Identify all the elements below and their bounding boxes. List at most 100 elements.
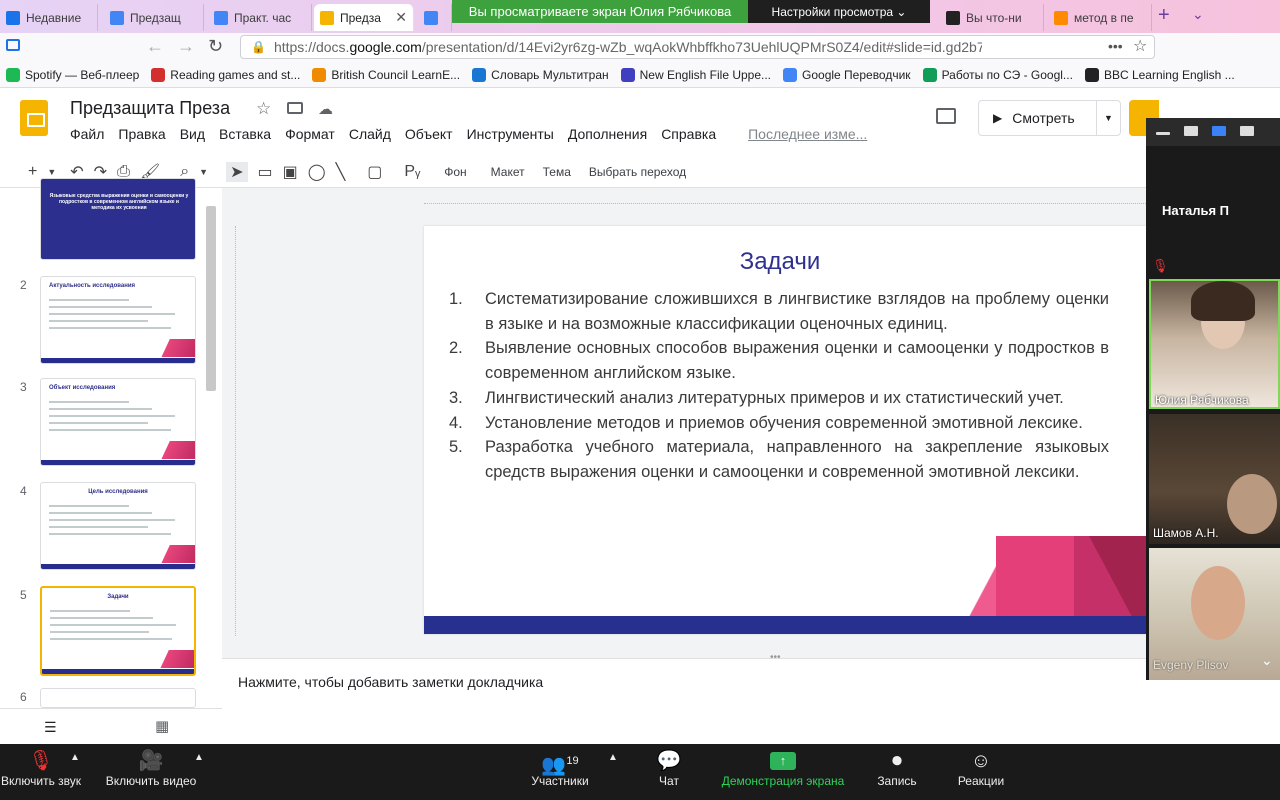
- share-screen-button[interactable]: ↑ Демонстрация экрана: [714, 748, 852, 788]
- thumbnail-title: Цель исследования: [88, 489, 148, 495]
- participants-count: 19: [566, 755, 579, 767]
- browser-tab[interactable]: Предза ✕: [314, 4, 414, 31]
- participant-video[interactable]: Шамов А.Н.: [1149, 414, 1280, 544]
- menu-item[interactable]: Формат: [285, 126, 335, 142]
- browser-tab[interactable]: метод в пе: [1048, 4, 1152, 31]
- speaker-notes-placeholder[interactable]: Нажмите, чтобы добавить заметки докладчи…: [238, 674, 543, 690]
- task-item: 4. Установление методов и приемов обучени…: [449, 411, 1109, 436]
- browser-tab[interactable]: Предзащ: [104, 4, 204, 31]
- reactions-button[interactable]: ☺ Реакции: [950, 748, 1012, 788]
- tab-list-icon[interactable]: ⌄: [1192, 6, 1204, 23]
- bookmark-item[interactable]: Spotify — Веб-плеер: [6, 67, 139, 82]
- browser-tab[interactable]: Недавние: [0, 4, 98, 31]
- menu-item[interactable]: Слайд: [349, 126, 391, 142]
- back-icon[interactable]: ←: [146, 36, 164, 57]
- forward-icon[interactable]: →: [177, 36, 195, 57]
- bookmark-item[interactable]: Reading games and st...: [151, 67, 300, 82]
- comment-add-icon[interactable]: ▢: [367, 162, 382, 182]
- view-settings-button[interactable]: Настройки просмотра ⌄: [748, 0, 930, 23]
- browser-tab[interactable]: Вы что-ни: [940, 4, 1044, 31]
- transition-button[interactable]: Выбрать переход: [589, 165, 686, 179]
- star-icon[interactable]: ☆: [256, 99, 271, 119]
- record-label: Запись: [877, 774, 917, 788]
- select-icon[interactable]: ➤: [226, 161, 248, 182]
- bookmark-item[interactable]: New English File Uppe...: [620, 67, 771, 82]
- slide-thumbnail[interactable]: Актуальность исследования: [40, 276, 196, 364]
- slides-logo-icon[interactable]: [20, 100, 48, 136]
- current-slide[interactable]: Задачи 1. Систематизирование сложившихся …: [424, 226, 1146, 634]
- participant-video[interactable]: Юлия Рябчикова: [1149, 279, 1280, 409]
- move-folder-icon[interactable]: [287, 102, 303, 114]
- browser-tab[interactable]: [418, 4, 452, 31]
- close-tab-icon[interactable]: ✕: [395, 9, 407, 26]
- new-slide-icon[interactable]: +: [28, 163, 37, 181]
- layout-button[interactable]: Макет: [491, 165, 525, 179]
- slide-title[interactable]: Задачи: [424, 248, 1136, 276]
- new-tab-icon[interactable]: +: [1158, 4, 1170, 27]
- line-icon[interactable]: ╲: [336, 162, 346, 182]
- strip-view-icon[interactable]: [1184, 126, 1198, 136]
- slide-thumbnail[interactable]: Цель исследования: [40, 482, 196, 570]
- format-options-icon[interactable]: Pᵧ: [404, 163, 420, 181]
- text-box-icon[interactable]: ▭: [258, 162, 273, 182]
- record-button[interactable]: ⏺ Запись: [868, 748, 926, 788]
- chevron-down-icon[interactable]: ⌄: [1261, 652, 1273, 669]
- task-list[interactable]: 1. Систематизирование сложившихся в лингв…: [449, 287, 1109, 485]
- menu-item[interactable]: Правка: [118, 126, 165, 142]
- bookmark-star-icon[interactable]: ☆: [1133, 36, 1147, 56]
- page-actions-icon[interactable]: •••: [1108, 38, 1123, 54]
- bookmark-item[interactable]: Словарь Мультитран: [472, 67, 609, 82]
- audio-options-icon[interactable]: ▲: [70, 752, 80, 763]
- last-edit-link[interactable]: Последнее изме...: [748, 126, 867, 142]
- slide-number: 3: [20, 380, 27, 394]
- video-options-icon[interactable]: ▲: [194, 752, 204, 763]
- grid-view-icon[interactable]: ▦: [155, 717, 169, 735]
- participants-button[interactable]: 👥19 Участники: [526, 748, 594, 788]
- image-icon[interactable]: ▣: [283, 162, 298, 182]
- participant-name: Шамов А.Н.: [1153, 526, 1219, 540]
- menu-item[interactable]: Справка: [661, 126, 716, 142]
- speaker-notes[interactable]: [222, 658, 1146, 744]
- browser-tab[interactable]: Практ. час: [208, 4, 312, 31]
- bookmark-item[interactable]: British Council LearnE...: [312, 67, 460, 82]
- document-title[interactable]: Предзащита Преза: [70, 98, 230, 119]
- new-slide-dropdown-icon[interactable]: ▼: [47, 167, 56, 177]
- sidebar-toggle-icon[interactable]: [6, 39, 20, 51]
- slide-thumbnail[interactable]: Задачи: [40, 586, 196, 676]
- menu-item[interactable]: Объект: [405, 126, 453, 142]
- tab-label: Недавние: [26, 10, 82, 25]
- menu-item[interactable]: Инструменты: [467, 126, 554, 142]
- bookmark-item[interactable]: Работы по СЭ - Googl...: [922, 67, 1073, 82]
- participant-video[interactable]: Evgeny Plisov ⌄: [1149, 548, 1280, 680]
- chat-button[interactable]: 💬 Чат: [646, 748, 692, 788]
- comments-icon[interactable]: [936, 108, 956, 124]
- slide-thumbnail[interactable]: Объект исследования: [40, 378, 196, 466]
- bookmark-item[interactable]: Google Переводчик: [783, 67, 911, 82]
- menu-item[interactable]: Дополнения: [568, 126, 647, 142]
- bookmark-label: BBC Learning English ...: [1103, 67, 1235, 82]
- speaker-view-icon[interactable]: [1212, 126, 1226, 136]
- present-dropdown-icon[interactable]: ▼: [1096, 101, 1120, 135]
- start-video-button[interactable]: 🎥 Включить видео: [100, 748, 202, 788]
- slide-thumbnail[interactable]: Языковые средства выражения оценки и сам…: [40, 178, 196, 260]
- reload-icon[interactable]: ↻: [208, 36, 223, 57]
- menu-item[interactable]: Файл: [70, 126, 104, 142]
- task-number: 3.: [449, 388, 463, 407]
- menu-item[interactable]: Вид: [180, 126, 205, 142]
- filmstrip-scrollbar[interactable]: [204, 196, 218, 696]
- slide-thumbnail[interactable]: [40, 688, 196, 708]
- address-bar[interactable]: 🔒 https://docs. google.com/presentation/d…: [240, 35, 1155, 59]
- vertical-ruler: [228, 226, 236, 636]
- record-icon: ⏺: [892, 750, 902, 772]
- participants-options-icon[interactable]: ▲: [608, 752, 618, 763]
- list-view-icon[interactable]: ☰: [44, 719, 57, 736]
- minimize-icon[interactable]: [1156, 132, 1170, 135]
- gallery-view-icon[interactable]: [1240, 126, 1254, 136]
- background-button[interactable]: Фон: [444, 165, 466, 179]
- zoom-dropdown-icon[interactable]: ▼: [199, 167, 208, 177]
- bookmark-item[interactable]: BBC Learning English ...: [1084, 67, 1235, 82]
- present-button[interactable]: ▶ Смотреть ▼: [978, 100, 1121, 136]
- menu-item[interactable]: Вставка: [219, 126, 271, 142]
- theme-button[interactable]: Тема: [543, 165, 571, 179]
- shape-icon[interactable]: ◯: [308, 162, 326, 182]
